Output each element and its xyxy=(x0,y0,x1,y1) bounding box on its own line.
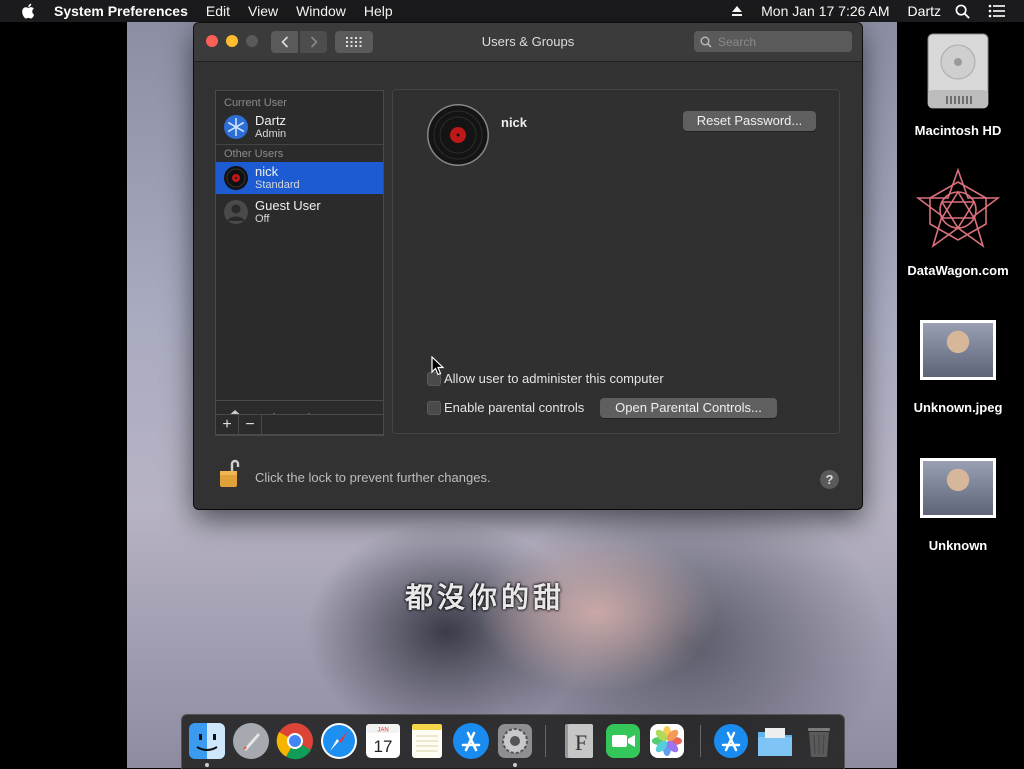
app-store-folder-icon[interactable] xyxy=(712,722,750,760)
desktop-icon-label: Unknown.jpeg xyxy=(913,400,1003,415)
user-detail-panel: nick Reset Password... Allow user to adm… xyxy=(392,89,840,434)
list-divider xyxy=(216,144,383,145)
desktop-icon-label: DataWagon.com xyxy=(907,263,1009,278)
running-indicator xyxy=(513,763,517,767)
safari-icon[interactable] xyxy=(320,722,358,760)
font-book-icon[interactable]: F xyxy=(560,722,598,760)
menu-window[interactable]: Window xyxy=(296,3,346,19)
snowflake-avatar-icon xyxy=(224,115,248,139)
user-list: Current User Dartz Admin Other Users nic… xyxy=(215,90,384,436)
menu-app-name[interactable]: System Preferences xyxy=(54,3,188,19)
menu-user[interactable]: Dartz xyxy=(908,3,941,19)
user-name: Dartz xyxy=(255,112,287,128)
search-input[interactable] xyxy=(718,34,838,49)
users-groups-window: Users & Groups Current User Dartz Admin … xyxy=(194,23,862,509)
calendar-icon[interactable]: JAN 17 xyxy=(364,722,402,760)
desktop-icon-label: Macintosh HD xyxy=(914,123,1002,138)
spotlight-search-icon[interactable] xyxy=(955,4,970,19)
launchpad-icon[interactable] xyxy=(232,722,270,760)
notification-center-icon[interactable] xyxy=(988,4,1006,18)
trash-icon[interactable] xyxy=(800,722,838,760)
app-store-icon[interactable] xyxy=(452,722,490,760)
facetime-icon[interactable] xyxy=(604,722,642,760)
add-user-button[interactable]: + xyxy=(216,415,239,434)
search-icon xyxy=(700,36,712,48)
desktop-icon-datawagon[interactable]: DataWagon.com xyxy=(903,167,1013,278)
add-remove-bar: + − xyxy=(215,414,384,435)
image-file-icon xyxy=(920,320,996,380)
menu-edit[interactable]: Edit xyxy=(206,3,230,19)
search-field[interactable] xyxy=(694,31,852,52)
finder-icon[interactable] xyxy=(188,722,226,760)
apple-menu-icon[interactable] xyxy=(20,2,38,20)
guest-user-icon xyxy=(224,200,248,224)
reset-password-button[interactable]: Reset Password... xyxy=(683,111,816,131)
unlocked-padlock-icon[interactable] xyxy=(219,457,241,489)
current-user-label: Current User xyxy=(224,97,287,109)
star-logo-icon xyxy=(915,167,1001,249)
user-role: Admin xyxy=(255,127,287,140)
menu-bar: System Preferences Edit View Window Help… xyxy=(0,0,1024,22)
chrome-icon[interactable] xyxy=(276,722,314,760)
allow-admin-label[interactable]: Allow user to administer this computer xyxy=(444,371,664,386)
user-role: Standard xyxy=(255,178,300,191)
system-preferences-icon[interactable] xyxy=(496,722,534,760)
eject-icon[interactable] xyxy=(731,5,743,17)
notes-icon[interactable] xyxy=(408,722,446,760)
lock-message: Click the lock to prevent further change… xyxy=(255,470,491,485)
hard-drive-icon xyxy=(927,33,989,109)
vinyl-record-avatar-icon[interactable] xyxy=(427,104,489,166)
desktop-icon-unknown[interactable]: Unknown xyxy=(903,458,1013,553)
dock: JAN 17 F xyxy=(181,714,845,769)
calendar-day: 17 xyxy=(374,737,393,756)
title-bar[interactable]: Users & Groups xyxy=(194,23,862,62)
menu-view[interactable]: View xyxy=(248,3,278,19)
selected-user-name: nick xyxy=(501,115,528,130)
dock-separator xyxy=(545,725,546,757)
vinyl-record-avatar-icon xyxy=(224,166,248,190)
desktop-icon-label: Unknown xyxy=(928,538,988,553)
user-item-dartz[interactable]: Dartz Admin xyxy=(216,111,383,143)
running-indicator xyxy=(205,763,209,767)
wallpaper-caption: 都沒你的甜 xyxy=(405,581,566,614)
photos-icon[interactable] xyxy=(648,722,686,760)
user-name: nick xyxy=(255,163,279,179)
parental-controls-checkbox[interactable] xyxy=(427,401,441,415)
image-file-icon xyxy=(920,458,996,518)
user-item-nick[interactable]: nick Standard xyxy=(216,162,383,194)
user-item-guest[interactable]: Guest User Off xyxy=(216,196,383,228)
parental-controls-label[interactable]: Enable parental controls xyxy=(444,400,584,415)
calendar-month: JAN xyxy=(377,728,388,734)
menu-clock[interactable]: Mon Jan 17 7:26 AM xyxy=(761,3,889,19)
mouse-cursor-icon xyxy=(431,356,445,376)
user-role: Off xyxy=(255,212,270,225)
other-users-label: Other Users xyxy=(224,148,284,160)
downloads-folder-icon[interactable] xyxy=(756,722,794,760)
help-button[interactable]: ? xyxy=(820,470,839,489)
desktop-icon-unknown-jpeg[interactable]: Unknown.jpeg xyxy=(903,320,1013,415)
open-parental-controls-button[interactable]: Open Parental Controls... xyxy=(600,398,777,418)
user-name: Guest User xyxy=(255,197,321,213)
dock-separator xyxy=(700,725,701,757)
remove-user-button[interactable]: − xyxy=(239,415,262,434)
menu-help[interactable]: Help xyxy=(364,3,393,19)
desktop-icon-macintosh-hd[interactable]: Macintosh HD xyxy=(903,30,1013,138)
svg-text:F: F xyxy=(575,730,587,755)
